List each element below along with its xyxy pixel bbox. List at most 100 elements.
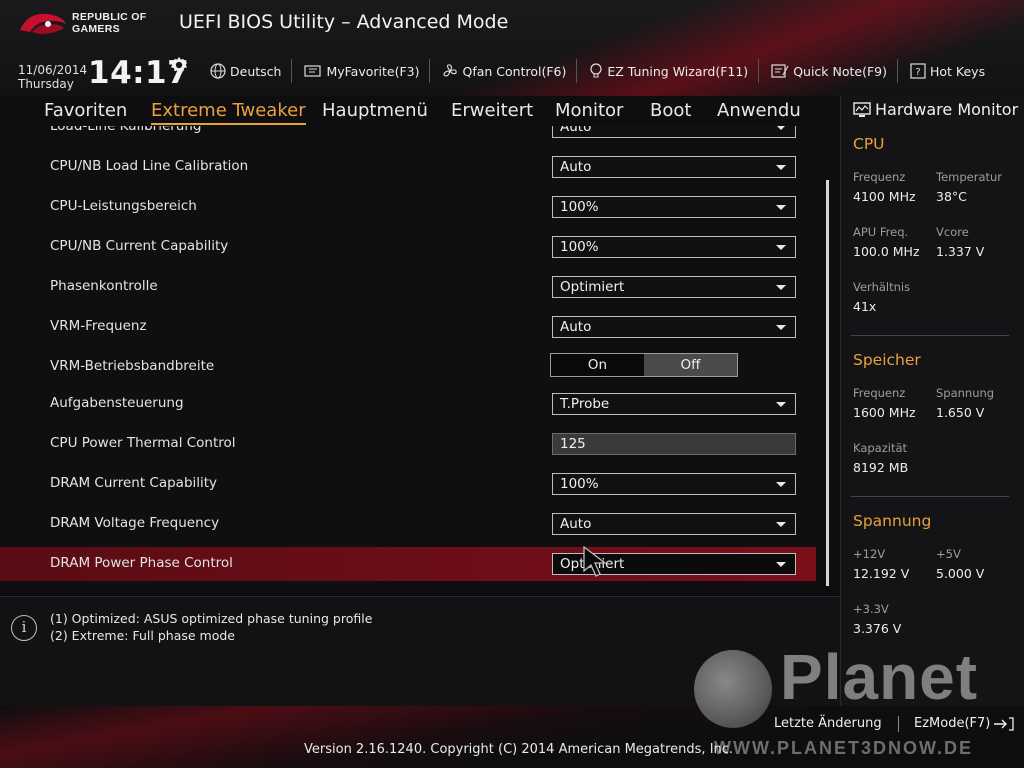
v12-value: 12.192 V: [853, 566, 910, 581]
planet3dnow-watermark: Planet WWW.PLANET3DNOW.DE: [694, 641, 1024, 768]
brand-text: REPUBLIC OF GAMERS: [72, 11, 146, 35]
scrollbar[interactable]: [826, 180, 829, 586]
setting-dropdown[interactable]: Auto: [552, 126, 796, 138]
setting-label: DRAM Voltage Frequency: [50, 515, 220, 531]
setting-dropdown[interactable]: Auto: [552, 156, 796, 178]
v5-value: 5.000 V: [936, 566, 985, 581]
language-button[interactable]: Deutsch: [198, 59, 291, 83]
mem-freq-value: 1600 MHz: [853, 405, 916, 420]
chevron-down-icon: [776, 205, 786, 210]
setting-row[interactable]: DRAM Current Capability 100%: [0, 467, 816, 501]
v33-value: 3.376 V: [853, 621, 902, 636]
setting-dropdown[interactable]: 100%: [552, 473, 796, 495]
setting-dropdown[interactable]: Auto: [552, 316, 796, 338]
setting-row[interactable]: DRAM Voltage Frequency Auto: [0, 507, 816, 541]
chevron-down-icon: [776, 325, 786, 330]
setting-row[interactable]: CPU/NB Load Line Calibration Auto: [0, 150, 816, 184]
gear-icon[interactable]: [170, 56, 188, 74]
setting-dropdown[interactable]: 100%: [552, 196, 796, 218]
lightbulb-icon: [590, 63, 602, 78]
apu-freq-label: APU Freq.: [853, 225, 909, 239]
chevron-down-icon: [776, 285, 786, 290]
ezmode-label: EzMode(F7): [914, 716, 991, 731]
setting-row[interactable]: CPU/NB Current Capability 100%: [0, 230, 816, 264]
setting-row[interactable]: Phasenkontrolle Optimiert: [0, 270, 816, 304]
dropdown-value: Auto: [560, 126, 592, 135]
dropdown-value: T.Probe: [560, 396, 610, 412]
mem-capacity-label: Kapazität: [853, 441, 908, 455]
hot-keys-button[interactable]: ? Hot Keys: [897, 59, 995, 83]
ez-tuning-button[interactable]: EZ Tuning Wizard(F11): [576, 59, 758, 83]
v12-label: +12V: [853, 547, 886, 561]
mem-volt-value: 1.650 V: [936, 405, 985, 420]
dropdown-value: 100%: [560, 199, 599, 215]
setting-dropdown[interactable]: 100%: [552, 236, 796, 258]
quick-note-button[interactable]: Quick Note(F9): [758, 59, 897, 83]
last-change-button[interactable]: Letzte Änderung: [774, 716, 882, 731]
weekday-text: Thursday: [18, 77, 74, 91]
help-text-line-1: (1) Optimized: ASUS optimized phase tuni…: [50, 611, 373, 626]
chevron-down-icon: [776, 522, 786, 527]
brand-line-2: GAMERS: [72, 23, 120, 35]
setting-label: VRM-Betriebsbandbreite: [50, 358, 215, 374]
dropdown-value: Auto: [560, 159, 592, 175]
watermark-url: WWW.PLANET3DNOW.DE: [714, 738, 973, 758]
dropdown-value: Optimiert: [560, 279, 625, 295]
toggle-off[interactable]: Off: [644, 354, 737, 376]
ez-tuning-label: EZ Tuning Wizard(F11): [607, 63, 749, 79]
title-bar: REPUBLIC OF GAMERS UEFI BIOS Utility – A…: [0, 0, 1024, 97]
hardware-monitor-panel: Hardware Monitor CPU Frequenz Temperatur…: [840, 96, 1024, 716]
planet-logo-icon: [694, 650, 772, 728]
tab-favoriten[interactable]: Favoriten: [44, 100, 127, 121]
setting-label: CPU/NB Current Capability: [50, 238, 229, 254]
setting-label: VRM-Frequenz: [50, 318, 147, 334]
on-off-toggle[interactable]: On Off: [550, 353, 738, 377]
setting-label: Aufgabensteuerung: [50, 395, 184, 411]
setting-dropdown[interactable]: Auto: [552, 513, 796, 535]
cpu-temp-value: 38°C: [936, 189, 967, 204]
cpu-freq-value: 4100 MHz: [853, 189, 916, 204]
myfavorite-button[interactable]: MyFavorite(F3): [291, 59, 429, 83]
qfan-button[interactable]: Qfan Control(F6): [429, 59, 576, 83]
settings-list: Load-Line Kalibrierung Auto CPU/NB Load …: [0, 126, 840, 586]
brand-line-1: REPUBLIC OF: [72, 11, 147, 23]
chevron-down-icon: [776, 562, 786, 567]
setting-label: CPU/NB Load Line Calibration: [50, 158, 249, 174]
setting-dropdown[interactable]: Optimiert: [552, 276, 796, 298]
tab-monitor[interactable]: Monitor: [555, 100, 623, 121]
setting-row[interactable]: VRM-Frequenz Auto: [0, 310, 816, 344]
setting-row[interactable]: VRM-Betriebsbandbreite On Off: [0, 350, 816, 384]
setting-dropdown[interactable]: T.Probe: [552, 393, 796, 415]
setting-label: Phasenkontrolle: [50, 278, 158, 294]
ratio-label: Verhältnis: [853, 280, 911, 294]
tab-boot[interactable]: Boot: [650, 100, 691, 121]
tab-anwendungen[interactable]: Anwendu: [717, 100, 801, 121]
tab-extreme-tweaker[interactable]: Extreme Tweaker: [151, 100, 306, 125]
ezmode-button[interactable]: EzMode(F7): [898, 716, 1015, 732]
tab-hauptmenu[interactable]: Hauptmenü: [322, 100, 428, 121]
voltage-heading: Spannung: [853, 512, 932, 530]
main-tabs: Favoriten Extreme Tweaker Hauptmenü Erwe…: [0, 96, 840, 126]
v5-label: +5V: [936, 547, 961, 561]
setting-row[interactable]: Load-Line Kalibrierung Auto: [0, 126, 816, 144]
setting-row[interactable]: Aufgabensteuerung T.Probe: [0, 387, 816, 421]
svg-text:?: ?: [915, 67, 920, 78]
setting-row[interactable]: CPU-Leistungsbereich 100%: [0, 190, 816, 224]
setting-label: DRAM Power Phase Control: [50, 555, 233, 571]
dropdown-value: Auto: [560, 319, 592, 335]
setting-row-selected[interactable]: DRAM Power Phase Control Optimiert: [0, 547, 816, 581]
v33-label: +3.3V: [853, 602, 889, 616]
mem-freq-label: Frequenz: [853, 386, 906, 400]
help-icon: ?: [910, 63, 926, 79]
mem-volt-label: Spannung: [936, 386, 995, 400]
date-display: 11/06/2014 Thursday: [18, 63, 87, 91]
value-input[interactable]: 125: [552, 433, 796, 455]
tab-erweitert[interactable]: Erweitert: [451, 100, 533, 121]
rog-logo: REPUBLIC OF GAMERS: [18, 8, 163, 38]
hot-keys-label: Hot Keys: [930, 63, 986, 79]
divider: [898, 716, 899, 732]
dropdown-value: 100%: [560, 239, 599, 255]
toggle-on[interactable]: On: [551, 354, 644, 376]
setting-row[interactable]: CPU Power Thermal Control 125: [0, 427, 816, 461]
mem-capacity-value: 8192 MB: [853, 460, 909, 475]
